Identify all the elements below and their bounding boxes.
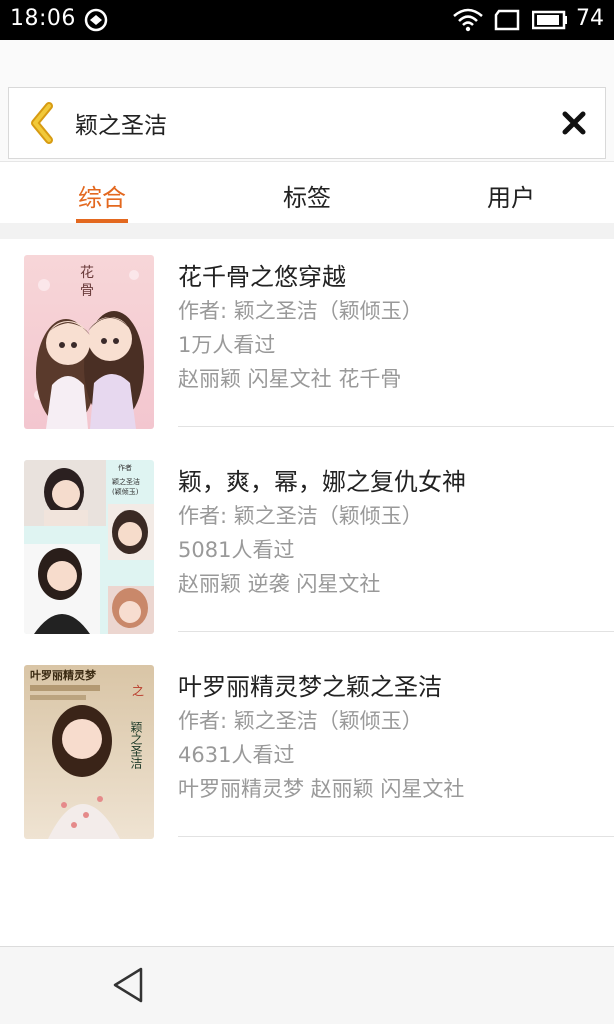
tab-tags[interactable]: 标签 <box>247 178 367 213</box>
book-views: 5081人看过 <box>178 538 295 562</box>
battery-icon <box>532 10 567 30</box>
svg-text:花: 花 <box>80 265 94 281</box>
tab-users[interactable]: 用户 <box>451 178 571 213</box>
list-item[interactable]: 叶罗丽精灵梦 之 颖之圣洁 叶罗丽精灵梦之颖之圣洁 作者: 颖之圣洁（颖倾玉） … <box>0 649 614 854</box>
cover-text: 作者 <box>118 463 132 472</box>
book-views: 1万人看过 <box>178 333 276 357</box>
triangle-back-icon[interactable] <box>110 965 146 1005</box>
cover-text: 之 <box>132 684 144 698</box>
wifi-icon <box>453 8 483 32</box>
item-divider <box>178 426 614 427</box>
list-item[interactable]: 作者 颖之圣洁 (颖倾玉) 颖，爽，幂，娜之复仇女神 作者: 颖之圣洁（颖倾玉）… <box>0 444 614 649</box>
book-title: 叶罗丽精灵梦之颖之圣洁 <box>178 673 442 701</box>
book-author: 作者: 颖之圣洁（颖倾玉） <box>178 709 423 733</box>
book-author: 作者: 颖之圣洁（颖倾玉） <box>178 299 423 323</box>
book-author: 作者: 颖之圣洁（颖倾玉） <box>178 504 423 528</box>
search-bar <box>0 85 614 161</box>
svg-text:骨: 骨 <box>80 283 94 299</box>
book-cover-image: 花 骨 <box>24 255 154 429</box>
search-input[interactable] <box>75 98 535 148</box>
status-bar: 18:06 74 <box>0 0 614 40</box>
search-box <box>8 87 606 159</box>
item-divider <box>178 631 614 632</box>
section-divider <box>0 223 614 239</box>
tab-comprehensive[interactable]: 综合 <box>42 178 162 213</box>
item-divider <box>178 836 614 837</box>
cover-text: 颖之圣洁 <box>129 721 143 769</box>
tab-bar: 综合 标签 用户 <box>0 161 614 223</box>
book-tags: 叶罗丽精灵梦 赵丽颖 闪星文社 <box>178 777 465 801</box>
book-tags: 赵丽颖 闪星文社 花千骨 <box>178 367 402 391</box>
cover-text: 颖之圣洁 <box>112 477 140 486</box>
chevron-left-icon[interactable] <box>19 98 69 148</box>
book-title: 花千骨之悠穿越 <box>178 263 346 291</box>
screen-icon <box>494 9 520 31</box>
status-time: 18:06 <box>10 6 76 31</box>
book-cover-image: 叶罗丽精灵梦 之 颖之圣洁 <box>24 665 154 839</box>
book-title: 颖，爽，幂，娜之复仇女神 <box>178 468 466 496</box>
header-spacer <box>0 40 614 85</box>
cover-text: 叶罗丽精灵梦 <box>30 668 97 682</box>
book-tags: 赵丽颖 逆袭 闪星文社 <box>178 572 381 596</box>
book-cover-image: 作者 颖之圣洁 (颖倾玉) <box>24 460 154 634</box>
system-nav-bar <box>0 946 614 1024</box>
close-icon[interactable] <box>557 106 591 140</box>
list-item[interactable]: 花 骨 花千骨之悠穿越 作者: 颖之圣洁（颖倾玉） 1万人看过 赵丽颖 闪星文社… <box>0 239 614 444</box>
battery-level: 74 <box>576 6 604 31</box>
book-views: 4631人看过 <box>178 743 295 767</box>
cover-text: (颖倾玉) <box>112 487 139 496</box>
sync-icon <box>84 8 108 32</box>
